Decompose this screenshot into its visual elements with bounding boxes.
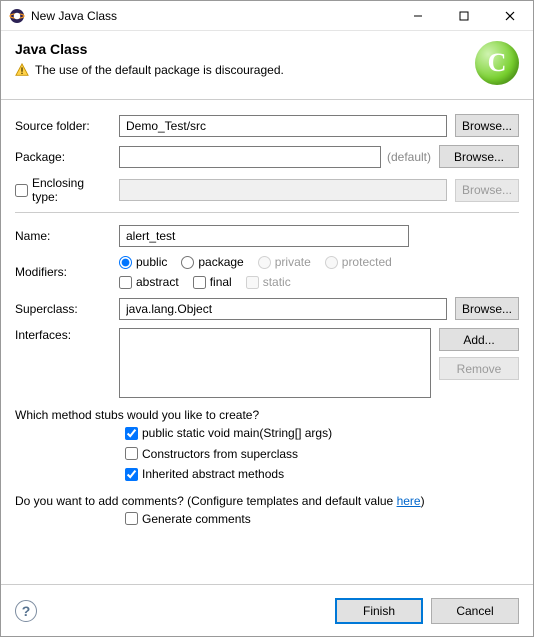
titlebar: New Java Class <box>1 1 533 31</box>
radio-public[interactable]: public <box>119 255 167 269</box>
label-modifiers: Modifiers: <box>15 265 111 279</box>
browse-package-button[interactable]: Browse... <box>439 145 519 168</box>
close-button[interactable] <box>487 1 533 31</box>
dialog-window: New Java Class Java Class The use of the… <box>0 0 534 637</box>
check-abstract[interactable]: abstract <box>119 275 179 289</box>
package-input[interactable] <box>119 146 381 168</box>
class-logo-icon: C <box>475 41 519 85</box>
label-interfaces: Interfaces: <box>15 328 111 342</box>
check-static: static <box>246 275 291 289</box>
check-inherited[interactable]: Inherited abstract methods <box>125 467 284 481</box>
remove-interface-button: Remove <box>439 357 519 380</box>
enclosing-type-check[interactable]: Enclosing type: <box>15 176 111 204</box>
name-input[interactable] <box>119 225 409 247</box>
superclass-input[interactable] <box>119 298 447 320</box>
check-generate-comments[interactable]: Generate comments <box>125 512 251 526</box>
label-package: Package: <box>15 150 111 164</box>
default-note: (default) <box>387 150 431 164</box>
form-body: Source folder: Browse... Package: (defau… <box>1 100 533 584</box>
window-title: New Java Class <box>31 9 395 23</box>
label-source-folder: Source folder: <box>15 119 111 133</box>
interfaces-list[interactable] <box>119 328 431 398</box>
stubs-question: Which method stubs would you like to cre… <box>15 408 519 422</box>
enclosing-type-checkbox[interactable] <box>15 184 28 197</box>
check-main-method[interactable]: public static void main(String[] args) <box>125 426 332 440</box>
browse-source-button[interactable]: Browse... <box>455 114 519 137</box>
eclipse-icon <box>9 8 25 24</box>
browse-superclass-button[interactable]: Browse... <box>455 297 519 320</box>
warning-text: The use of the default package is discou… <box>35 63 284 77</box>
radio-package[interactable]: package <box>181 255 243 269</box>
maximize-button[interactable] <box>441 1 487 31</box>
check-constructors[interactable]: Constructors from superclass <box>125 447 298 461</box>
finish-button[interactable]: Finish <box>335 598 423 624</box>
page-title: Java Class <box>15 41 475 57</box>
browse-enclosing-button: Browse... <box>455 179 519 202</box>
radio-private: private <box>258 255 311 269</box>
help-button[interactable]: ? <box>15 600 37 622</box>
enclosing-type-input <box>119 179 447 201</box>
label-superclass: Superclass: <box>15 302 111 316</box>
check-final[interactable]: final <box>193 275 232 289</box>
configure-link[interactable]: here <box>397 494 421 508</box>
radio-protected: protected <box>325 255 392 269</box>
label-name: Name: <box>15 229 111 243</box>
header-banner: Java Class The use of the default packag… <box>1 31 533 100</box>
separator <box>15 212 519 213</box>
comments-question: Do you want to add comments? (Configure … <box>15 494 519 508</box>
minimize-button[interactable] <box>395 1 441 31</box>
add-interface-button[interactable]: Add... <box>439 328 519 351</box>
cancel-button[interactable]: Cancel <box>431 598 519 624</box>
source-folder-input[interactable] <box>119 115 447 137</box>
warning-icon <box>15 63 29 77</box>
footer: ? Finish Cancel <box>1 584 533 636</box>
